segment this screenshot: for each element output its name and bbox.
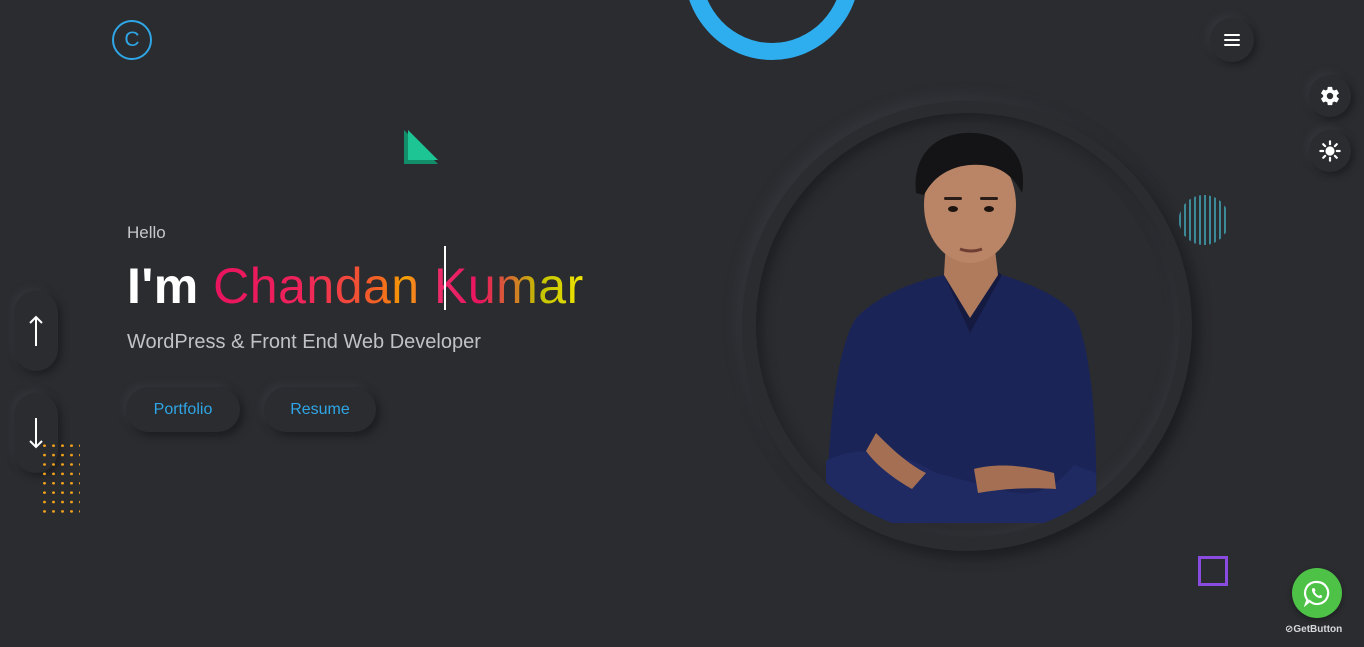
hero-headline: I'm Chandan Kumar <box>127 256 584 316</box>
decorative-ring <box>684 0 860 60</box>
logo[interactable]: C <box>112 20 152 60</box>
typing-cursor <box>444 246 446 310</box>
decorative-dot-grid <box>40 441 80 517</box>
decorative-triangle <box>404 130 438 164</box>
decorative-striped-circle <box>1179 195 1226 245</box>
logo-letter: C <box>124 28 140 51</box>
menu-button[interactable] <box>1210 18 1254 62</box>
profile-photo <box>826 132 1097 523</box>
intro-text: I'm <box>127 258 199 314</box>
home-page: C Hello I'm Chandan Kumar WordPress & Fr… <box>0 0 1364 647</box>
decorative-square <box>1198 556 1228 586</box>
gear-icon <box>1321 86 1339 106</box>
whatsapp-button[interactable] <box>1292 568 1342 618</box>
getbutton-branding[interactable]: ⊘GetButton <box>1285 624 1342 635</box>
scroll-up-button[interactable] <box>14 291 58 371</box>
settings-button[interactable] <box>1309 75 1351 117</box>
role-text: WordPress & Front End Web Developer <box>127 331 481 353</box>
greeting-text: Hello <box>127 223 166 242</box>
theme-toggle-button[interactable] <box>1309 130 1351 172</box>
arrow-up-icon <box>29 315 43 346</box>
hamburger-icon <box>1224 34 1240 46</box>
resume-button[interactable]: Resume <box>264 387 376 432</box>
whatsapp-icon <box>1303 580 1330 607</box>
portfolio-button[interactable]: Portfolio <box>126 387 240 432</box>
sun-icon <box>1319 140 1341 162</box>
name-text: Chandan Kumar <box>213 258 584 314</box>
portrait-circle <box>756 113 1180 537</box>
